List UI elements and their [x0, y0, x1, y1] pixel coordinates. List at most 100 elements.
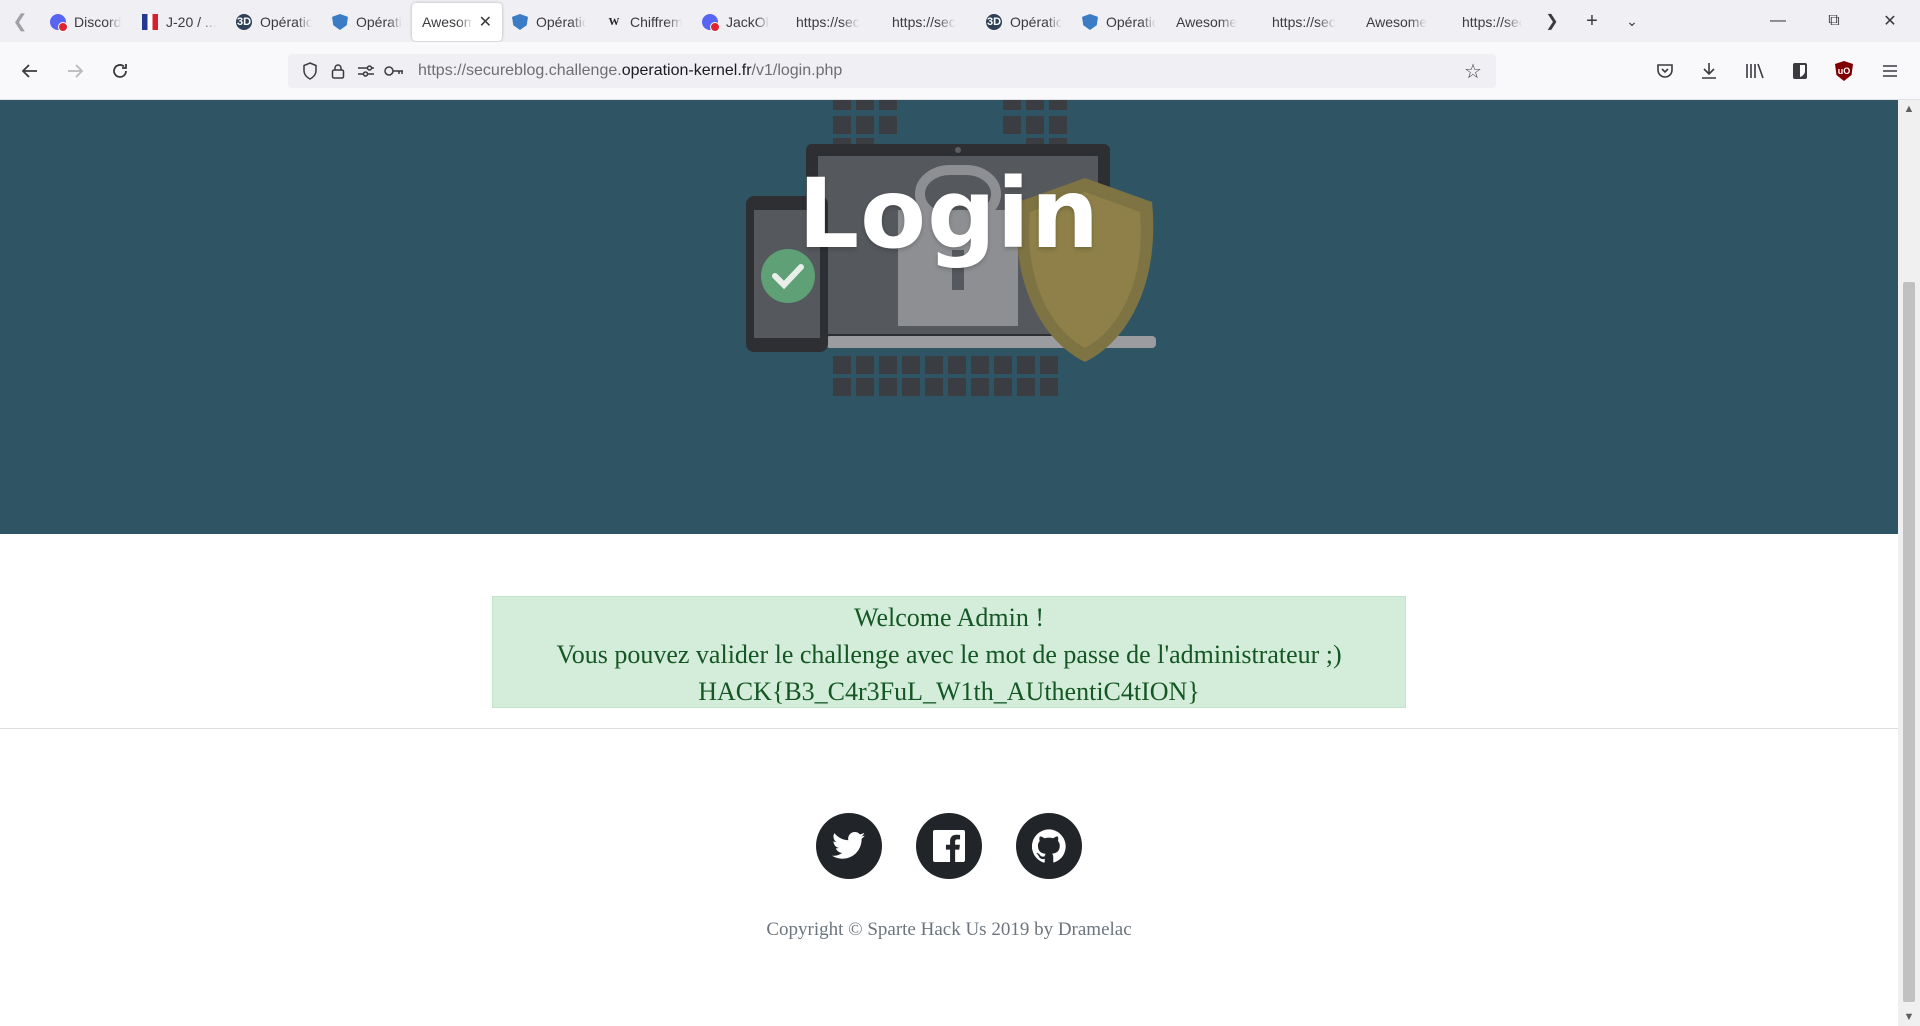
new-tab-button[interactable]: +: [1572, 0, 1612, 42]
ublock-origin-icon[interactable]: uO: [1835, 61, 1853, 81]
tab-label: Opération: [1106, 14, 1156, 30]
page-viewport: Login Welcome Admin ! Vous pouvez valide…: [0, 100, 1898, 1026]
arrow-left-icon: [21, 64, 37, 78]
tab-strip: ❮ Discord J-20 / ... 3D Opération Opérat…: [0, 0, 1920, 42]
wikipedia-icon: W: [608, 16, 620, 28]
twitter-icon: [832, 832, 866, 859]
facebook-link[interactable]: [916, 813, 982, 879]
tab-label: https://sec: [796, 14, 860, 30]
url-text[interactable]: https://secureblog.challenge.operation-k…: [418, 62, 842, 80]
discord-icon: [702, 14, 720, 32]
url-prefix: https://secureblog.challenge.: [418, 62, 622, 79]
tab-label: https://sec: [1272, 14, 1336, 30]
close-window-button[interactable]: ✕: [1862, 0, 1918, 42]
copyright-text: Copyright © Sparte Hack Us 2019 by Drame…: [766, 919, 1132, 940]
alert-message-text: Vous pouvez valider le challenge avec le…: [556, 640, 1342, 669]
footer-divider: [0, 728, 1898, 729]
tab-scroll-right-button[interactable]: ❯: [1532, 0, 1572, 42]
tab-label: Awesome: [1176, 14, 1238, 30]
bitwarden-icon[interactable]: [1785, 56, 1815, 86]
minimize-icon: —: [1770, 12, 1786, 29]
minimize-button[interactable]: —: [1750, 0, 1806, 42]
close-tab-icon[interactable]: ✕: [479, 12, 492, 32]
tab-jackol[interactable]: JackOl: [692, 3, 786, 41]
twitter-link[interactable]: [816, 813, 882, 879]
tab-scroll-left-button[interactable]: ❮: [0, 0, 40, 42]
restore-icon: ⧉: [1828, 12, 1840, 29]
github-link[interactable]: [1016, 813, 1082, 879]
url-host: operation-kernel.fr: [621, 62, 752, 79]
tracking-protection-shield-icon[interactable]: [296, 54, 324, 88]
back-button[interactable]: [15, 56, 45, 86]
alert-welcome-text: Welcome Admin !: [854, 603, 1044, 632]
navigation-toolbar: https://secureblog.challenge.operation-k…: [0, 42, 1920, 100]
url-path: /v1/login.php: [751, 62, 843, 79]
tab-label: JackOl: [726, 14, 769, 30]
chevron-left-icon: ❮: [12, 10, 28, 31]
tab-list: Discord J-20 / ... 3D Opération Opératio…: [40, 0, 1532, 42]
shield-icon: [1082, 14, 1098, 30]
operation-kernel-icon: 3D: [236, 14, 252, 30]
pocket-icon[interactable]: [1650, 56, 1680, 86]
page-scrollbar[interactable]: ▲ ▼: [1898, 100, 1920, 1026]
hero-header: Login: [0, 100, 1898, 534]
tab-operation-2[interactable]: Opération: [322, 3, 412, 41]
discord-icon: [50, 14, 68, 32]
tab-label: J-20 / ...: [166, 14, 216, 30]
facebook-icon: [933, 830, 965, 862]
reload-icon: [113, 64, 127, 78]
tab-https-4[interactable]: https://sec: [1452, 3, 1532, 41]
arrow-right-icon: [68, 64, 84, 78]
plus-icon: +: [1586, 9, 1598, 32]
shield-icon: [512, 14, 528, 30]
tab-discord[interactable]: Discord: [40, 3, 132, 41]
tab-label: Awesome: [1366, 14, 1428, 30]
tab-https-1[interactable]: https://sec: [786, 3, 882, 41]
chevron-down-icon: ⌄: [1626, 12, 1638, 29]
tab-label: Opération: [1010, 14, 1062, 30]
tab-label: Opération: [356, 14, 402, 30]
lock-icon[interactable]: [324, 54, 352, 88]
tab-label: Chiffrement: [630, 14, 682, 30]
downloads-icon[interactable]: [1694, 56, 1724, 86]
tab-operation-4[interactable]: 3D Opération: [976, 3, 1072, 41]
operation-kernel-icon: 3D: [986, 14, 1002, 30]
tab-https-2[interactable]: https://sec: [882, 3, 976, 41]
tab-https-3[interactable]: https://sec: [1262, 3, 1356, 41]
tab-awesome-2[interactable]: Awesome: [1166, 3, 1262, 41]
tab-operation-1[interactable]: 3D Opération: [226, 3, 322, 41]
france-flag-icon: [142, 14, 158, 30]
menu-hamburger-icon[interactable]: [1875, 56, 1905, 86]
tab-label: Discord: [74, 14, 122, 30]
scroll-down-arrow-icon[interactable]: ▼: [1898, 1008, 1920, 1026]
scrollbar-thumb[interactable]: [1903, 282, 1915, 1002]
library-icon[interactable]: [1740, 56, 1770, 86]
permissions-icon[interactable]: [352, 54, 380, 88]
tab-operation-5[interactable]: Opération: [1072, 3, 1166, 41]
reload-button[interactable]: [105, 56, 135, 86]
scroll-up-arrow-icon[interactable]: ▲: [1898, 100, 1920, 118]
success-alert: Welcome Admin ! Vous pouvez valider le c…: [492, 596, 1406, 708]
chevron-right-icon: ❯: [1545, 13, 1559, 30]
tab-j20[interactable]: J-20 / ...: [132, 3, 226, 41]
tab-label: Awesome: [422, 14, 473, 30]
tab-label: Opération: [260, 14, 312, 30]
tab-operation-3[interactable]: Opération: [502, 3, 596, 41]
list-all-tabs-button[interactable]: ⌄: [1612, 0, 1652, 42]
tab-awesome-3[interactable]: Awesome: [1356, 3, 1452, 41]
restore-button[interactable]: ⧉: [1806, 0, 1862, 42]
address-bar[interactable]: https://secureblog.challenge.operation-k…: [288, 54, 1496, 88]
alert-flag-text: HACK{B3_C4r3FuL_W1th_AUthentiC4tION}: [698, 677, 1200, 706]
tab-label: https://sec: [892, 14, 956, 30]
tab-label: https://sec: [1462, 14, 1522, 30]
tab-chiffrement[interactable]: W Chiffrement: [596, 3, 692, 41]
page-title: Login: [797, 158, 1101, 270]
forward-button[interactable]: [60, 56, 90, 86]
github-icon: [1032, 829, 1066, 863]
close-icon: ✕: [1883, 13, 1897, 30]
tab-awesome-active[interactable]: Awesome ✕: [412, 3, 502, 41]
key-icon[interactable]: [380, 54, 408, 88]
shield-icon: [332, 14, 348, 30]
tab-label: Opération: [536, 14, 586, 30]
bookmark-star-icon[interactable]: ☆: [1458, 56, 1488, 86]
